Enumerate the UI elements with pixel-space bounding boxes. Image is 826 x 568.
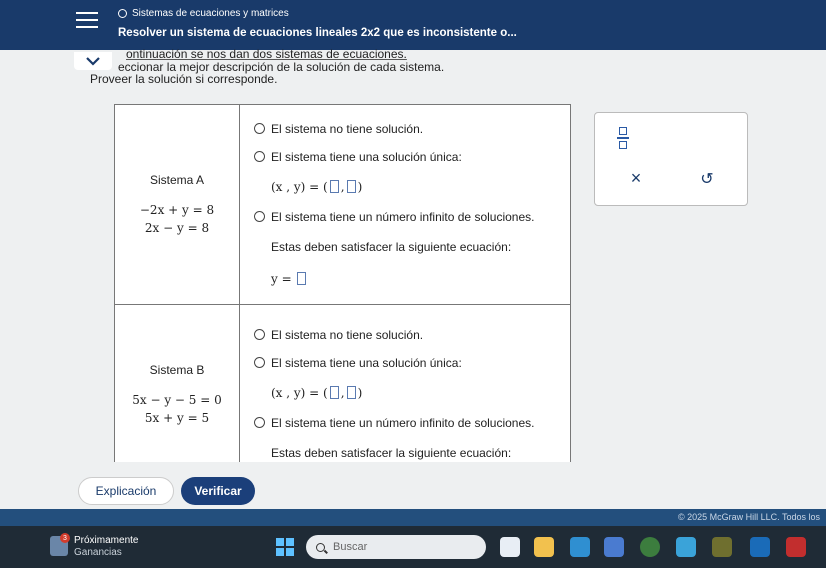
store-icon[interactable] [712,537,732,557]
weather-widget[interactable]: Próximamente Ganancias [74,535,138,559]
instruction-line-1: ontinuación se nos dan dos sistemas de e… [126,47,407,61]
unique-expression: (x , y) = [271,385,320,400]
system-b-options: El sistema no tiene solución. El sistema… [239,304,571,462]
lesson-title: Resolver un sistema de ecuaciones lineal… [118,27,517,39]
taskbar-search[interactable]: Buscar [306,535,486,559]
system-b-eq2: 5x + y = 5 [144,410,210,425]
clear-button[interactable]: × [610,161,662,196]
notification-badge: 3 [60,533,70,543]
system-a-row: Sistema A −2x + y = 8 2x − y = 8 El sist… [114,104,571,305]
system-b-row: Sistema B 5x − y − 5 = 0 5x + y = 5 El s… [114,304,571,462]
option-label: El sistema tiene un número infinito de s… [271,415,535,430]
copyright-bar: © 2025 McGraw Hill LLC. Todos los [0,509,826,526]
app-icon[interactable] [750,537,770,557]
os-taskbar: 3 Próximamente Ganancias Buscar [0,526,826,568]
instructions: ontinuación se nos dan dos sistemas de e… [90,48,444,86]
system-a-cell: Sistema A −2x + y = 8 2x − y = 8 [114,104,240,305]
widget-subtitle: Ganancias [74,547,122,558]
topic-text: Sistemas de ecuaciones y matrices [132,8,289,19]
equation-answer-box[interactable] [297,272,307,285]
radio-icon[interactable] [254,357,265,368]
option-label: El sistema no tiene solución. [271,327,424,342]
system-b-option-none[interactable]: El sistema no tiene solución. [254,321,570,349]
chrome-icon[interactable] [640,537,660,557]
system-b-unique-input: (x , y) = (,) [271,385,363,400]
x-answer-box[interactable] [329,180,339,193]
collapse-instructions-button[interactable] [74,52,112,70]
system-a-eq1: −2x + y = 8 [139,202,215,217]
fraction-icon[interactable] [613,125,633,151]
search-placeholder: Buscar [333,541,368,553]
chevron-down-icon [86,56,100,66]
verify-button[interactable]: Verificar [181,477,255,505]
system-a-infinite-input: y = [254,263,570,295]
file-explorer-icon[interactable] [534,537,554,557]
system-b-option-unique[interactable]: El sistema tiene una solución única: [254,349,570,377]
menu-icon[interactable] [76,12,98,28]
teams-icon[interactable] [604,537,624,557]
system-a-name: Sistema A [149,172,205,187]
system-b-eq1: 5x − y − 5 = 0 [132,392,222,407]
problem-area: Sistema A −2x + y = 8 2x − y = 8 El sist… [110,100,580,462]
search-icon [316,542,325,552]
x-answer-box[interactable] [329,386,339,399]
system-b-option-infinite[interactable]: El sistema tiene un número infinito de s… [254,409,570,437]
system-a-infinite-note: Estas deben satisfacer la siguiente ecua… [271,239,512,254]
radio-icon[interactable] [254,417,265,428]
system-a-eq2: 2x − y = 8 [144,220,210,235]
option-label: El sistema tiene un número infinito de s… [271,209,535,224]
system-a-option-none[interactable]: El sistema no tiene solución. [254,115,570,143]
system-b-cell: Sistema B 5x − y − 5 = 0 5x + y = 5 [114,304,240,462]
app-header: Sistemas de ecuaciones y matrices Resolv… [0,0,826,50]
explanation-button[interactable]: Explicación [78,477,174,505]
system-b-infinite-note: Estas deben satisfacer la siguiente ecua… [271,445,512,460]
system-a-unique-input: (x , y) = (,) [271,179,363,194]
mcafee-icon[interactable] [786,537,806,557]
unique-expression: (x , y) = [271,179,320,194]
option-label: El sistema no tiene solución. [271,121,424,136]
systems-table: Sistema A −2x + y = 8 2x − y = 8 El sist… [114,104,571,462]
progress-circle-icon [118,9,127,18]
system-a-option-infinite[interactable]: El sistema tiene un número infinito de s… [254,203,570,231]
edge-browser-icon[interactable] [570,537,590,557]
widget-title: Próximamente [74,535,139,546]
radio-icon[interactable] [254,123,265,134]
instruction-line-3: Proveer la solución si corresponde. [90,72,278,86]
radio-icon[interactable] [254,329,265,340]
undo-button[interactable]: ↺ [675,161,739,196]
radio-icon[interactable] [254,211,265,222]
y-answer-box[interactable] [346,386,356,399]
system-b-name: Sistema B [149,362,205,377]
task-view-icon[interactable] [500,537,520,557]
option-label: El sistema tiene una solución única: [271,355,462,370]
infinite-expression: y = [271,271,292,286]
radio-icon[interactable] [254,151,265,162]
windows-start-icon[interactable] [276,538,294,556]
option-label: El sistema tiene una solución única: [271,149,462,164]
copyright-text: © 2025 McGraw Hill LLC. Todos los [677,512,820,522]
system-a-option-unique[interactable]: El sistema tiene una solución única: [254,143,570,171]
y-answer-box[interactable] [346,180,356,193]
app-icon[interactable] [676,537,696,557]
system-a-options: El sistema no tiene solución. El sistema… [239,104,571,305]
topic-label: Sistemas de ecuaciones y matrices [118,8,289,19]
